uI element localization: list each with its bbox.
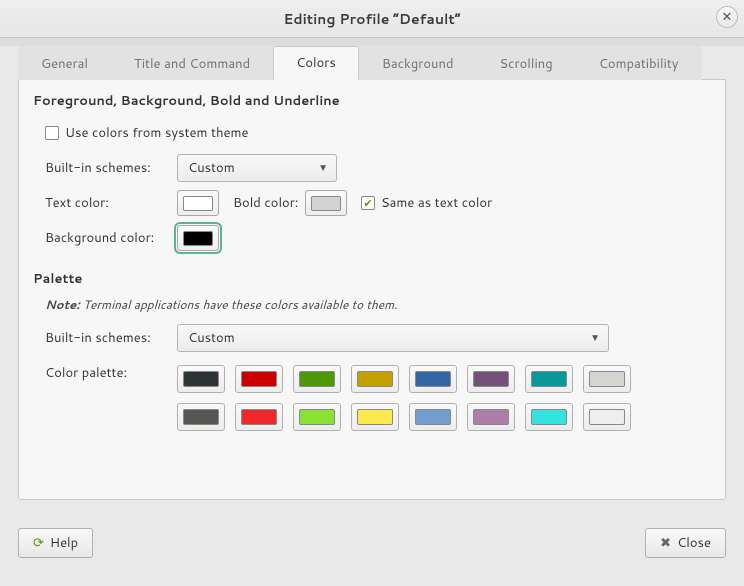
palette-color-4[interactable] [409, 365, 457, 393]
color-swatch [299, 409, 335, 425]
color-swatch [183, 371, 219, 387]
palette-color-1[interactable] [235, 365, 283, 393]
close-button[interactable]: ✖ Close [645, 528, 726, 558]
close-button-label: Close [677, 534, 711, 552]
tab-compatibility[interactable]: Compatibility [576, 46, 702, 80]
section-heading-fg-bg: Foreground, Background, Bold and Underli… [33, 92, 711, 110]
note-prefix: Note: [45, 296, 80, 313]
tab-general[interactable]: General [18, 46, 111, 80]
tab-label: Colors [296, 54, 336, 72]
tab-background[interactable]: Background [359, 46, 477, 80]
color-swatch [299, 371, 335, 387]
color-swatch [357, 371, 393, 387]
tab-title-and-command[interactable]: Title and Command [111, 46, 273, 80]
palette-builtin-schemes-label: Built-in schemes: [45, 329, 177, 347]
help-button[interactable]: ⟳ Help [18, 528, 93, 558]
color-swatch [183, 231, 213, 246]
tab-page-colors: Foreground, Background, Bold and Underli… [18, 80, 726, 500]
chevron-down-icon: ▼ [318, 161, 328, 175]
palette-color-0[interactable] [177, 365, 225, 393]
tab-label: Compatibility [599, 55, 679, 73]
palette-color-9[interactable] [235, 403, 283, 431]
checkbox-icon [45, 126, 59, 140]
palette-color-10[interactable] [293, 403, 341, 431]
palette-color-8[interactable] [177, 403, 225, 431]
palette-color-5[interactable] [467, 365, 515, 393]
palette-color-6[interactable] [525, 365, 573, 393]
palette-color-3[interactable] [351, 365, 399, 393]
color-palette-label: Color palette: [45, 358, 177, 382]
palette-color-14[interactable] [525, 403, 573, 431]
combo-value: Custom [188, 329, 235, 347]
text-color-label: Text color: [45, 194, 177, 212]
color-swatch [473, 409, 509, 425]
palette-color-13[interactable] [467, 403, 515, 431]
close-icon[interactable]: ✕ [716, 6, 738, 28]
palette-builtin-schemes-combo[interactable]: Custom ▼ [177, 324, 609, 352]
same-as-text-label: Same as text color [381, 194, 492, 212]
builtin-schemes-combo[interactable]: Custom ▼ [177, 154, 337, 182]
color-swatch [473, 371, 509, 387]
help-icon: ⟳ [33, 534, 44, 552]
color-swatch [241, 409, 277, 425]
checkbox-icon: ✔ [361, 196, 375, 210]
palette-color-15[interactable] [583, 403, 631, 431]
chevron-down-icon: ▼ [590, 331, 600, 345]
tab-bar: General Title and Command Colors Backgro… [18, 46, 726, 80]
combo-value: Custom [188, 159, 235, 177]
use-system-theme-checkbox[interactable]: Use colors from system theme [45, 124, 249, 142]
tab-scrolling[interactable]: Scrolling [477, 46, 576, 80]
color-swatch [241, 371, 277, 387]
note-body: Terminal applications have these colors … [83, 296, 398, 313]
color-swatch [183, 409, 219, 425]
tab-label: Background [382, 55, 454, 73]
text-color-button[interactable] [177, 190, 219, 216]
color-swatch [415, 409, 451, 425]
palette-grid [177, 365, 711, 431]
palette-color-12[interactable] [409, 403, 457, 431]
color-swatch [589, 371, 625, 387]
close-icon: ✖ [660, 534, 671, 552]
titlebar: Editing Profile “Default” ✕ [0, 0, 744, 38]
bold-color-button[interactable] [305, 190, 347, 216]
use-system-theme-label: Use colors from system theme [65, 124, 249, 142]
color-swatch [589, 409, 625, 425]
builtin-schemes-label: Built-in schemes: [45, 159, 177, 177]
palette-color-11[interactable] [351, 403, 399, 431]
tab-colors[interactable]: Colors [273, 46, 359, 80]
section-heading-palette: Palette [33, 270, 711, 288]
palette-color-2[interactable] [293, 365, 341, 393]
color-swatch [183, 196, 213, 211]
color-swatch [415, 371, 451, 387]
color-swatch [531, 409, 567, 425]
help-button-label: Help [50, 534, 78, 552]
color-swatch [357, 409, 393, 425]
color-swatch [311, 196, 341, 211]
palette-color-7[interactable] [583, 365, 631, 393]
same-as-text-color-checkbox[interactable]: ✔ Same as text color [361, 194, 492, 212]
palette-note: Note: Terminal applications have these c… [45, 296, 711, 313]
color-swatch [531, 371, 567, 387]
tab-label: General [41, 55, 88, 73]
background-color-button[interactable] [177, 225, 219, 251]
bold-color-label: Bold color: [233, 194, 305, 212]
window-title: Editing Profile “Default” [283, 9, 460, 29]
bg-color-label: Background color: [45, 229, 177, 247]
tab-label: Scrolling [500, 55, 553, 73]
tab-label: Title and Command [134, 55, 250, 73]
